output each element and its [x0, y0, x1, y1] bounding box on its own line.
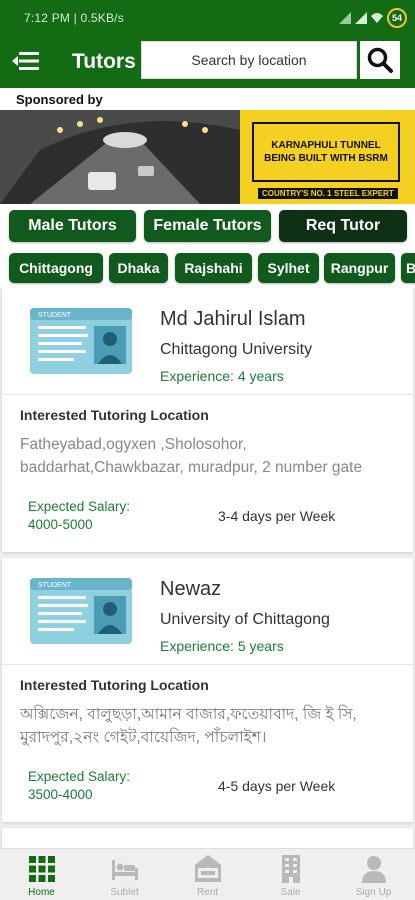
app-bar: Tutors Search by location	[0, 36, 415, 88]
banner-subtext: COUNTRY'S NO. 1 STEEL EXPERT	[258, 188, 398, 199]
nav-sign-up[interactable]: Sign Up	[332, 849, 415, 900]
tutor-card-header: STUDENT Md Jahirul Islam Chittagong Univ…	[2, 288, 413, 394]
nav-rent[interactable]: Rent	[166, 849, 249, 900]
salary-label: Expected Salary:	[28, 499, 131, 514]
nav-rent-label: Rent	[196, 887, 219, 898]
female-tutors-button[interactable]: Female Tutors	[144, 210, 271, 242]
id-card-label: STUDENT	[38, 312, 72, 319]
sponsored-label: Sponsored by	[16, 92, 103, 107]
tutor-experience: Experience: 4 years	[160, 368, 284, 384]
building-icon	[281, 855, 300, 883]
filter-row: Male Tutors Female Tutors Req Tutor	[0, 204, 415, 246]
city-filter-row: Chittagong Dhaka Rajshahi Sylhet Rangpur…	[0, 246, 415, 288]
menu-icon[interactable]	[11, 47, 41, 75]
tutor-card[interactable]: STUDENT Md Jahirul Islam Chittagong Univ…	[2, 288, 413, 552]
banner-line-2: BEING BUILT WITH BSRM	[264, 153, 388, 164]
tutor-name: Md Jahirul Islam	[160, 308, 306, 330]
nav-home-label: Home	[28, 887, 55, 898]
req-tutor-button[interactable]: Req Tutor	[279, 210, 407, 242]
city-more-button[interactable]: B	[401, 253, 415, 283]
nav-home[interactable]: Home	[0, 849, 83, 900]
nav-sublet[interactable]: Sublet	[83, 849, 166, 900]
salary-label: Expected Salary:	[28, 769, 131, 784]
location-label: Interested Tutoring Location	[20, 677, 209, 693]
person-icon	[361, 856, 386, 883]
search-input[interactable]: Search by location	[141, 41, 357, 79]
wifi-icon	[371, 13, 383, 23]
sponsored-section: Sponsored by KARNAPHULI TUNNEL BEING BUI…	[0, 88, 415, 204]
city-sylhet-button[interactable]: Sylhet	[258, 253, 319, 283]
nav-sign-up-label: Sign Up	[355, 887, 392, 898]
signal-icon	[339, 12, 351, 24]
tutor-experience: Experience: 5 years	[160, 638, 284, 654]
tutor-university: Chittagong University	[160, 341, 313, 358]
city-dhaka-button[interactable]: Dhaka	[109, 253, 168, 283]
search-button[interactable]	[360, 41, 400, 79]
tutor-card-details: Interested Tutoring Location অক্সিজেন, ব…	[2, 664, 413, 822]
student-id-card-icon: STUDENT	[30, 308, 132, 374]
sponsor-banner[interactable]: KARNAPHULI TUNNEL BEING BUILT WITH BSRM …	[0, 110, 415, 204]
days-per-week: 4-5 days per Week	[218, 778, 336, 794]
salary-value: 4000-5000	[28, 517, 93, 532]
days-per-week: 3-4 days per Week	[218, 508, 336, 524]
location-text: Fatheyabad,ogyxen ,Sholosohor, baddarhat…	[20, 436, 363, 476]
salary-value: 3500-4000	[28, 787, 93, 802]
status-time: 7:12 PM | 0.5KB/s	[24, 11, 124, 25]
search-icon	[367, 47, 393, 73]
nav-sublet-label: Sublet	[110, 887, 139, 898]
location-label: Interested Tutoring Location	[20, 407, 209, 423]
student-id-card-icon: STUDENT	[30, 578, 132, 644]
rent-sign-icon	[194, 855, 221, 882]
location-text: অক্সিজেন, বালুছড়া,আমান বাজার,ফতেয়াবাদ,…	[20, 706, 357, 746]
city-chittagong-button[interactable]: Chittagong	[9, 253, 103, 283]
tutor-university: University of Chittagong	[160, 611, 330, 628]
city-rajshahi-button[interactable]: Rajshahi	[175, 253, 252, 283]
bed-icon	[111, 860, 138, 880]
battery-icon: 54	[387, 8, 407, 28]
tutor-card-header: STUDENT Newaz University of Chittagong E…	[2, 558, 413, 664]
tutor-name: Newaz	[160, 578, 222, 600]
tunnel-image	[0, 110, 240, 204]
banner-text-box: KARNAPHULI TUNNEL BEING BUILT WITH BSRM	[252, 122, 400, 182]
status-icons: 54	[339, 8, 407, 28]
tutor-card[interactable]: STUDENT Newaz University of Chittagong E…	[2, 558, 413, 822]
signal-icon-2	[355, 12, 367, 24]
city-rangpur-button[interactable]: Rangpur	[324, 253, 395, 283]
nav-sale-label: Sale	[280, 887, 301, 898]
status-bar: 7:12 PM | 0.5KB/s 54	[0, 0, 415, 36]
page-title: Tutors	[72, 50, 136, 73]
banner-line-1: KARNAPHULI TUNNEL	[271, 140, 381, 151]
tutor-card-details: Interested Tutoring Location Fatheyabad,…	[2, 394, 413, 552]
id-card-label: STUDENT	[38, 582, 72, 589]
nav-sale[interactable]: Sale	[249, 849, 332, 900]
bottom-navigation: Home Sublet Rent Sale Sign Up	[0, 848, 415, 900]
male-tutors-button[interactable]: Male Tutors	[9, 210, 136, 242]
grid-icon	[28, 856, 55, 882]
